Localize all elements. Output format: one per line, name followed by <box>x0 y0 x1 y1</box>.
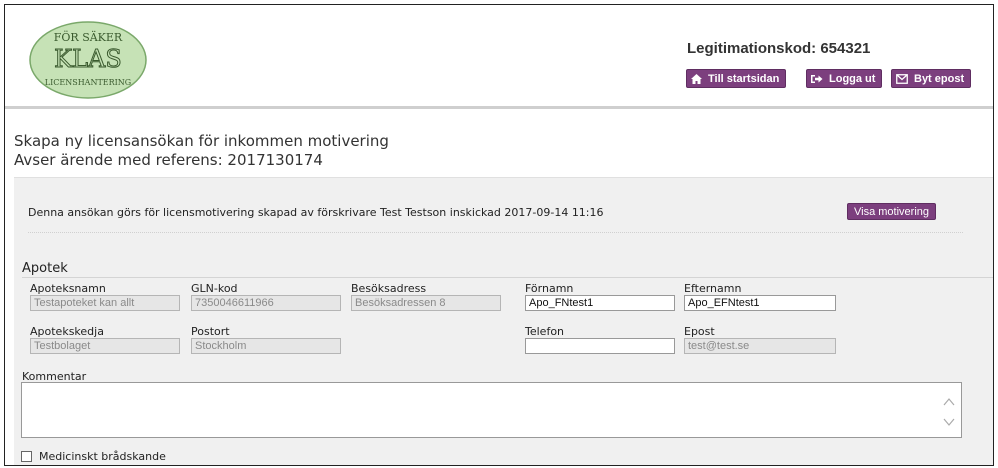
logo-text-bottom: LICENSHANTERING <box>45 78 131 87</box>
logout-button-label: Logga ut <box>829 72 876 85</box>
page-subtitle: Avser ärende med referens: 2017130174 <box>14 151 323 169</box>
page-title: Skapa ny licensansökan för inkommen moti… <box>14 132 389 150</box>
change-email-button-label: Byt epost <box>914 72 965 85</box>
label-postort: Postort <box>191 325 230 338</box>
logout-icon <box>811 74 823 83</box>
klas-logo: FÖR SÄKER KLAS LICENSHANTERING <box>29 21 147 99</box>
label-gln: GLN-kod <box>191 282 238 295</box>
input-epost: test@test.se <box>684 338 836 354</box>
label-besoksadress: Besöksadress <box>351 282 427 295</box>
urgent-checkbox[interactable] <box>21 451 32 462</box>
change-email-button[interactable]: Byt epost <box>891 69 972 88</box>
label-apoteksnamn: Apoteksnamn <box>30 282 106 295</box>
input-apotekskedja: Testbolaget <box>30 338 180 354</box>
scroll-up-icon[interactable] <box>943 397 955 407</box>
urgent-checkbox-label: Medicinskt brådskande <box>39 450 166 463</box>
home-icon <box>691 73 702 84</box>
input-efternamn[interactable]: Apo_EFNtest1 <box>684 295 836 311</box>
input-fornamn[interactable]: Apo_FNtest1 <box>525 295 675 311</box>
app-window: FÖR SÄKER KLAS LICENSHANTERING Legitimat… <box>4 4 994 466</box>
legitimation-code: Legitimationskod: 654321 <box>687 40 871 57</box>
logout-button[interactable]: Logga ut <box>806 69 883 88</box>
input-postort: Stockholm <box>191 338 341 354</box>
label-epost: Epost <box>684 325 715 338</box>
divider <box>28 232 963 233</box>
logo-text-middle: KLAS <box>54 45 122 73</box>
logo-text-top: FÖR SÄKER <box>54 30 123 44</box>
info-text: Denna ansökan görs för licensmotivering … <box>28 206 604 219</box>
urgent-checkbox-row[interactable]: Medicinskt brådskande <box>21 450 166 463</box>
input-telefon[interactable] <box>525 338 675 354</box>
scroll-down-icon[interactable] <box>943 417 955 427</box>
section-divider <box>22 277 993 278</box>
section-title-apotek: Apotek <box>22 261 68 276</box>
input-gln: 7350046611966 <box>191 295 341 311</box>
input-besoksadress: Besöksadressen 8 <box>351 295 501 311</box>
main-content: Skapa ny licensansökan för inkommen moti… <box>5 112 993 465</box>
envelope-icon <box>896 73 908 84</box>
home-button-label: Till startsidan <box>708 72 780 85</box>
kommentar-textarea[interactable] <box>21 382 962 438</box>
label-apotekskedja: Apotekskedja <box>30 325 104 338</box>
label-efternamn: Efternamn <box>684 282 742 295</box>
input-apoteksnamn: Testapoteket kan allt <box>30 295 180 311</box>
show-motivation-button[interactable]: Visa motivering <box>847 203 936 220</box>
header: FÖR SÄKER KLAS LICENSHANTERING Legitimat… <box>5 5 993 109</box>
home-button[interactable]: Till startsidan <box>686 69 787 88</box>
label-fornamn: Förnamn <box>525 282 574 295</box>
label-telefon: Telefon <box>525 325 565 338</box>
